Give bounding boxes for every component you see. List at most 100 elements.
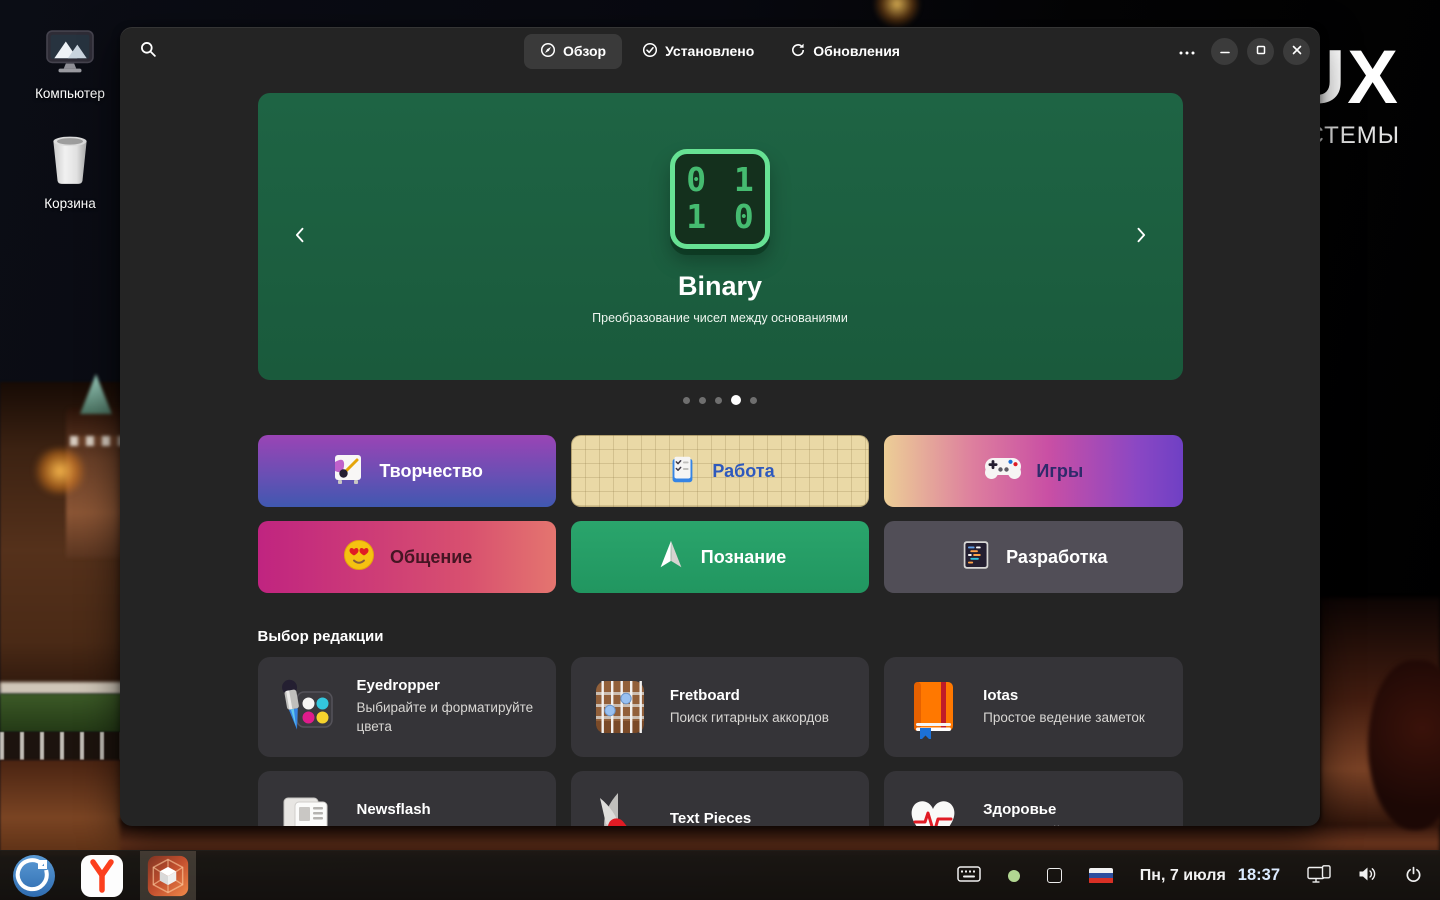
category-work[interactable]: Работа bbox=[570, 435, 870, 507]
software-center-window: Обзор Установлено Обновления 0 1 1 0 Bin… bbox=[120, 27, 1320, 826]
easel-icon bbox=[330, 451, 366, 492]
featured-app-title: Binary bbox=[677, 270, 763, 301]
keyboard-indicator-button[interactable] bbox=[957, 866, 981, 885]
desktop-icon-label: Компьютер bbox=[35, 86, 105, 101]
app-card-text: Fretboard Поиск гитарных аккордов bbox=[670, 687, 829, 728]
app-name: Fretboard bbox=[669, 686, 740, 704]
binary-icon-row: 1 0 bbox=[686, 196, 758, 236]
app-card-textpieces[interactable]: Text Pieces bbox=[570, 771, 870, 826]
carousel-dot[interactable] bbox=[750, 396, 757, 404]
editors-choice-grid: Eyedropper Выбирайте и форматируйте цвет… bbox=[257, 657, 1183, 826]
view-switcher: Обзор Установлено Обновления bbox=[524, 33, 916, 69]
display-phone-icon bbox=[1307, 864, 1331, 887]
app-name: Text Pieces bbox=[669, 810, 752, 826]
status-dot-button[interactable] bbox=[1007, 869, 1020, 882]
close-icon bbox=[1291, 44, 1303, 59]
newsflash-app-icon bbox=[275, 789, 339, 826]
featured-app-subtitle: Преобразование чисел между основаниями bbox=[592, 310, 848, 325]
carousel-dot[interactable] bbox=[715, 396, 722, 404]
software-center-icon bbox=[146, 855, 190, 900]
app-description: Поиск гитарных аккордов bbox=[669, 709, 829, 725]
close-button[interactable] bbox=[1283, 37, 1310, 65]
category-games[interactable]: Игры bbox=[884, 435, 1183, 507]
app-card-fretboard[interactable]: Fretboard Поиск гитарных аккордов bbox=[570, 657, 870, 757]
app-card-text: Newsflash Следите за своими bbox=[357, 801, 478, 826]
app-card-text: Iotas Простое ведение заметок bbox=[983, 687, 1145, 728]
carousel-dot[interactable] bbox=[683, 396, 690, 404]
language-flag-button[interactable] bbox=[1088, 867, 1113, 884]
app-description: Отслеживайте свои bbox=[983, 823, 1106, 826]
textpieces-app-icon bbox=[588, 789, 652, 826]
power-button[interactable] bbox=[1405, 866, 1422, 886]
app-description: Следите за своими bbox=[357, 823, 478, 826]
desktop-icon-trash[interactable]: Корзина bbox=[20, 132, 120, 211]
browser-chromium-gost-button[interactable] bbox=[12, 854, 56, 898]
wallpaper-lamp-glow bbox=[30, 448, 90, 494]
desktop-icon-computer[interactable]: Компьютер bbox=[20, 30, 120, 101]
taskbar-clock[interactable]: Пн, 7 июля 18:37 bbox=[1140, 866, 1280, 885]
wallpaper-pavement bbox=[0, 760, 126, 856]
binary-app-icon: 0 1 1 0 bbox=[670, 148, 770, 249]
carousel-dots bbox=[258, 394, 1183, 406]
category-development[interactable]: Разработка bbox=[884, 521, 1183, 593]
taskbar-apps bbox=[0, 851, 196, 900]
app-card-health[interactable]: Здоровье Отслеживайте свои bbox=[884, 771, 1183, 826]
tab-label: Установлено bbox=[665, 43, 755, 59]
app-card-iotas[interactable]: Iotas Простое ведение заметок bbox=[884, 657, 1183, 757]
category-label: Работа bbox=[712, 460, 775, 481]
category-communication[interactable]: Общение bbox=[257, 521, 556, 593]
menu-button[interactable] bbox=[1172, 37, 1202, 65]
category-label: Разработка bbox=[1006, 546, 1108, 567]
maximize-icon bbox=[1255, 44, 1267, 59]
search-button[interactable] bbox=[132, 35, 164, 67]
keyboard-icon bbox=[957, 866, 981, 885]
category-learning[interactable]: Познание bbox=[570, 521, 870, 593]
check-circle-icon bbox=[642, 42, 658, 61]
section-title: Выбор редакции bbox=[257, 628, 384, 645]
category-label: Общение bbox=[390, 546, 473, 567]
search-icon bbox=[140, 41, 157, 61]
tab-updates[interactable]: Обновления bbox=[774, 34, 916, 69]
ellipsis-icon bbox=[1178, 44, 1196, 59]
clock-date: Пн, 7 июля bbox=[1139, 867, 1226, 884]
maximize-button[interactable] bbox=[1247, 37, 1274, 65]
square-indicator-icon bbox=[1046, 868, 1062, 883]
software-center-button[interactable] bbox=[146, 854, 190, 898]
app-name: Newsflash bbox=[356, 800, 431, 818]
category-creativity[interactable]: Творчество bbox=[257, 435, 556, 507]
category-label: Познание bbox=[700, 546, 787, 567]
carousel-dot[interactable] bbox=[731, 395, 741, 405]
tab-installed[interactable]: Установлено bbox=[626, 34, 770, 69]
tab-overview[interactable]: Обзор bbox=[524, 33, 623, 69]
wallpaper-fence bbox=[0, 732, 126, 760]
taskbar-tray: Пн, 7 июля 18:37 bbox=[957, 851, 1440, 900]
devices-button[interactable] bbox=[1307, 864, 1331, 887]
app-card-text: Eyedropper Выбирайте и форматируйте цвет… bbox=[357, 677, 539, 736]
carousel-next-button[interactable] bbox=[1119, 215, 1163, 259]
featured-app: 0 1 1 0 Binary Преобразование чисел межд… bbox=[258, 93, 1183, 380]
green-status-icon bbox=[1007, 869, 1020, 882]
app-description: Выбирайте и форматируйте цвета bbox=[356, 700, 534, 734]
app-card-newsflash[interactable]: Newsflash Следите за своими bbox=[257, 771, 556, 826]
power-icon bbox=[1405, 866, 1422, 886]
app-card-eyedropper[interactable]: Eyedropper Выбирайте и форматируйте цвет… bbox=[257, 657, 556, 757]
iotas-app-icon bbox=[901, 675, 965, 741]
volume-button[interactable] bbox=[1358, 866, 1378, 885]
app-name: Eyedropper bbox=[356, 677, 440, 695]
workspace-indicator-button[interactable] bbox=[1046, 868, 1062, 883]
category-label: Игры bbox=[1036, 460, 1084, 481]
browser-yandex-button[interactable] bbox=[80, 854, 124, 898]
gamepad-icon bbox=[983, 454, 1023, 489]
featured-banner[interactable]: 0 1 1 0 Binary Преобразование чисел межд… bbox=[257, 93, 1183, 380]
russian-flag-icon bbox=[1088, 867, 1113, 884]
app-description: Простое ведение заметок bbox=[983, 709, 1145, 725]
desktop: UX ИСТЕМЫ Компьютер Корзина Обзор Устано… bbox=[0, 0, 1440, 900]
overview-page: 0 1 1 0 Binary Преобразование чисел межд… bbox=[257, 93, 1183, 826]
binary-icon-row: 0 1 bbox=[686, 159, 758, 199]
desktop-icon-label: Корзина bbox=[44, 196, 96, 211]
clock-time: 18:37 bbox=[1237, 866, 1280, 884]
category-label: Творчество bbox=[379, 460, 483, 481]
minimize-button[interactable] bbox=[1211, 37, 1238, 65]
fretboard-app-icon bbox=[588, 675, 652, 739]
carousel-dot[interactable] bbox=[699, 396, 706, 404]
